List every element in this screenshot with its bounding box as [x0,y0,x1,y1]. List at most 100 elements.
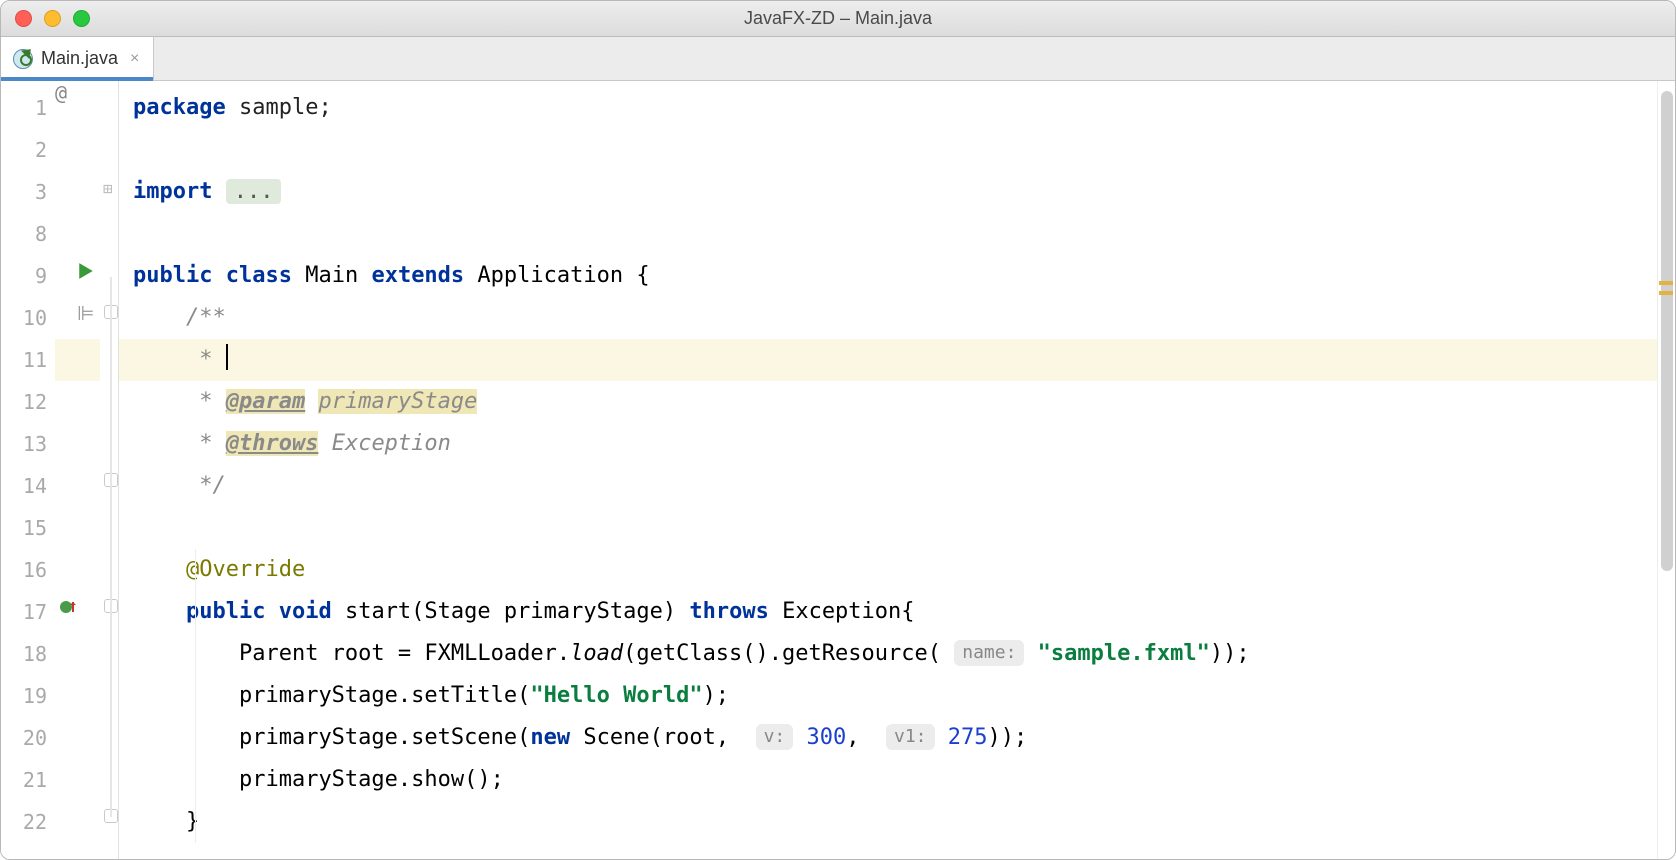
line-number: 15 [1,507,55,549]
parameter-hint: v1: [886,724,935,750]
code-text: primaryStage.setScene( [239,725,530,750]
code-line[interactable]: * @param primaryStage [119,381,1657,423]
code-text: (getClass().getResource( [623,641,941,666]
code-editor[interactable]: 1 2 3 8 9 10 11 12 13 14 15 16 17 18 19 … [1,81,1675,859]
javadoc: /** [186,305,226,330]
code-line[interactable]: primaryStage.setTitle("Hello World"); [119,675,1657,717]
zoom-window-button[interactable] [73,10,90,27]
align-gutter-icon: ⊫ [77,301,94,325]
line-number: 22 [1,801,55,843]
code-line[interactable]: primaryStage.setScene(new Scene(root, v:… [119,717,1657,759]
line-number: 13 [1,423,55,465]
keyword: extends [371,263,464,288]
line-number: 18 [1,633,55,675]
line-number: 19 [1,675,55,717]
text-cursor [226,344,228,370]
titlebar: JavaFX-ZD – Main.java [1,1,1675,37]
java-class-icon [13,49,33,69]
line-number: 20 [1,717,55,759]
annotation-gutter-icon: @ [55,81,67,105]
annotation: @Override [186,557,305,582]
number-literal: 275 [948,725,988,750]
code-line[interactable]: import ... [119,171,1657,213]
parameter-hint: v: [756,724,794,750]
code-line[interactable]: package sample; [119,87,1657,129]
code-line[interactable] [119,507,1657,549]
ide-window: JavaFX-ZD – Main.java Main.java × 1 2 3 … [0,0,1676,860]
javadoc: * [186,347,213,372]
warning-marker[interactable] [1659,291,1673,295]
javadoc-param: Exception [332,431,451,456]
line-number: 12 [1,381,55,423]
javadoc: * [186,431,213,456]
editor-tab-main-java[interactable]: Main.java × [1,37,154,80]
keyword: new [530,725,570,750]
identifier: Exception{ [782,599,914,624]
line-number: 8 [1,213,55,255]
fold-guide [110,277,112,817]
line-number: 14 [1,465,55,507]
line-number: 11 [1,339,55,381]
code-text: primaryStage.setTitle( [239,683,530,708]
javadoc-param: primaryStage [318,389,477,414]
code-text: } [186,809,199,834]
line-number: 1 [1,87,55,129]
line-number: 17 [1,591,55,633]
line-number: 10 [1,297,55,339]
code-line-current[interactable]: * [119,339,1657,381]
close-window-button[interactable] [15,10,32,27]
class-name: Main [305,263,358,288]
string-literal: "Hello World" [530,683,702,708]
line-number: 3 [1,171,55,213]
editor-tabbar: Main.java × [1,37,1675,81]
code-text: Scene(root, [570,725,742,750]
line-number: 2 [1,129,55,171]
folded-region[interactable]: ... [226,179,282,204]
code-text: )); [1210,641,1250,666]
keyword: public [133,263,212,288]
run-gutter-icon[interactable] [77,261,95,286]
override-gutter-icon[interactable] [59,597,77,622]
method-signature: start(Stage primaryStage) [345,599,676,624]
code-line[interactable] [119,213,1657,255]
code-line[interactable]: * @throws Exception [119,423,1657,465]
number-literal: 300 [807,725,847,750]
code-area[interactable]: package sample; import ... public class … [119,81,1657,859]
line-number: 9 [1,255,55,297]
line-number: 16 [1,549,55,591]
minimize-window-button[interactable] [44,10,61,27]
keyword: throws [689,599,768,624]
code-line[interactable]: */ [119,465,1657,507]
javadoc: * [186,389,213,414]
keyword: class [226,263,292,288]
keyword: import [133,179,212,204]
parameter-hint: name: [954,640,1024,666]
current-line-gutter-highlight [55,339,100,381]
javadoc-tag: @throws [226,431,319,456]
code-line[interactable]: Parent root = FXMLLoader.load(getClass()… [119,633,1657,675]
keyword: public [186,599,265,624]
warning-marker[interactable] [1659,281,1673,285]
code-line[interactable]: /** [119,297,1657,339]
line-number-gutter: 1 2 3 8 9 10 11 12 13 14 15 16 17 18 19 … [1,81,55,859]
keyword: package [133,95,226,120]
tab-label: Main.java [41,48,118,69]
scrollbar-thumb[interactable] [1661,91,1673,571]
code-text: , [846,725,873,750]
error-stripe[interactable] [1657,81,1675,859]
code-line[interactable]: primaryStage.show(); [119,759,1657,801]
keyword: void [279,599,332,624]
code-line[interactable]: public void start(Stage primaryStage) th… [119,591,1657,633]
code-line[interactable]: } [119,801,1657,843]
window-controls [15,10,90,27]
code-line[interactable]: @Override [119,549,1657,591]
code-line[interactable] [119,129,1657,171]
expand-fold-icon[interactable]: ⊞ [103,179,113,198]
string-literal: "sample.fxml" [1038,641,1210,666]
line-number: 21 [1,759,55,801]
javadoc: */ [186,473,226,498]
code-line[interactable]: public class Main extends Application { [119,255,1657,297]
code-text: ); [703,683,730,708]
code-text: )); [988,725,1028,750]
close-tab-icon[interactable]: × [130,50,139,68]
